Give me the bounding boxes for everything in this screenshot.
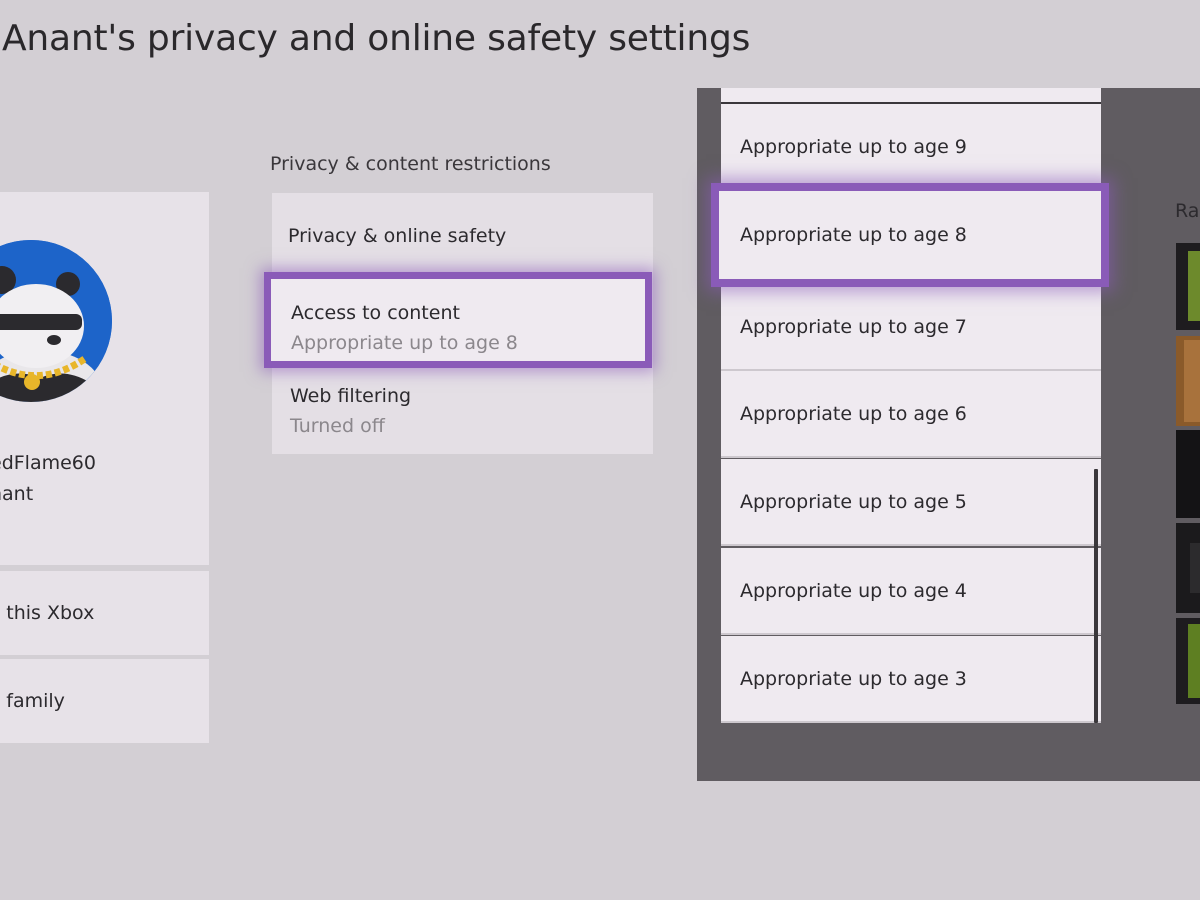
age-option-partial[interactable] (721, 88, 1101, 104)
game-tile[interactable] (1176, 523, 1200, 613)
menu-item-access-to-content[interactable]: Access to content Appropriate up to age … (264, 272, 652, 368)
menu-item-value: Turned off (290, 415, 385, 437)
menu-item-label: Web filtering (290, 385, 412, 407)
section-heading: Privacy & content restrictions (270, 153, 551, 175)
game-tile[interactable] (1176, 243, 1200, 330)
age-option-label: Appropriate up to age 9 (740, 136, 967, 158)
age-option[interactable]: Appropriate up to age 3 (721, 636, 1101, 723)
menu-item-web-filtering[interactable]: Web filtering Turned off (272, 375, 653, 454)
account-name: nant (0, 483, 34, 505)
game-tile[interactable] (1176, 430, 1200, 518)
menu-item-label: Access to content (291, 302, 460, 324)
age-option[interactable]: Appropriate up to age 5 (721, 459, 1101, 546)
age-option-label: Appropriate up to age 8 (740, 224, 967, 246)
page-title: Anant's privacy and online safety settin… (2, 18, 751, 59)
menu-item-value: Appropriate up to age 8 (291, 332, 518, 354)
profile-card: edFlame60 nant (0, 192, 209, 565)
gamertag: edFlame60 (0, 452, 96, 474)
scrollbar[interactable] (1094, 469, 1098, 723)
remove-from-family-label: from family (0, 690, 65, 712)
age-option-label: Appropriate up to age 5 (740, 491, 967, 513)
remove-from-xbox-label: from this Xbox (0, 602, 95, 624)
age-options-list: Appropriate up to age 9 Appropriate up t… (711, 88, 1109, 724)
remove-from-family-button[interactable]: from family (0, 659, 209, 743)
age-option[interactable]: Appropriate up to age 6 (721, 371, 1101, 458)
game-tile[interactable] (1176, 618, 1200, 704)
ratings-label: Ra (1175, 200, 1200, 222)
age-option-label: Appropriate up to age 7 (740, 316, 967, 338)
age-option-label: Appropriate up to age 3 (740, 668, 967, 690)
age-option-label: Appropriate up to age 6 (740, 403, 967, 425)
game-tile[interactable] (1176, 336, 1200, 426)
age-option[interactable]: Appropriate up to age 4 (721, 548, 1101, 635)
age-option[interactable]: Appropriate up to age 9 (721, 104, 1101, 191)
menu-item-privacy-online-safety[interactable]: Privacy & online safety (272, 193, 653, 275)
remove-from-xbox-button[interactable]: from this Xbox (0, 571, 209, 655)
age-option-selected[interactable]: Appropriate up to age 8 (711, 183, 1109, 287)
panda-avatar-icon (0, 240, 112, 402)
age-option-label: Appropriate up to age 4 (740, 580, 967, 602)
menu-item-label: Privacy & online safety (288, 225, 507, 247)
age-option[interactable]: Appropriate up to age 7 (721, 284, 1101, 371)
